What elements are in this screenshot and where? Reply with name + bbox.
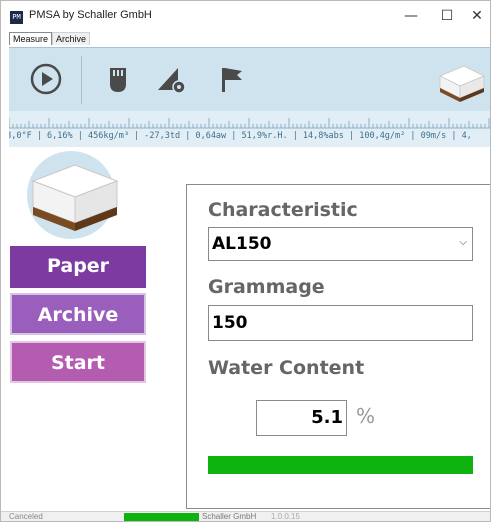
start-button[interactable]: Start [10,341,146,383]
characteristic-label: Characteristic [208,199,358,221]
status-version: 1.0.0.15 [271,512,300,521]
characteristic-select[interactable]: AL150 ⌵ [208,227,473,261]
status-company: Schaller GmbH [202,512,257,521]
measurement-panel: Characteristic AL150 ⌵ Grammage 150 Wate… [186,184,490,509]
water-content-field: 5.1 [256,400,347,436]
measurement-ticker: 78,0°F | 6,16% | 456kg/m³ | -27,3td | 0,… [9,111,490,147]
status-bar: Canceled Schaller GmbH 1.0.0.15 [1,511,490,521]
tab-archive[interactable]: Archive [52,32,91,45]
status-progress-bar [124,513,199,521]
settings-icon[interactable] [154,62,188,96]
play-icon[interactable] [29,62,63,96]
measurement-progress-fill [208,456,473,474]
toolbar-divider [81,56,82,104]
water-content-value: 5.1 [311,407,343,428]
water-content-label: Water Content [208,357,365,379]
grammage-input[interactable]: 150 [208,305,473,341]
tab-measure[interactable]: Measure [9,32,53,45]
chevron-down-icon[interactable]: ⌵ [459,237,467,248]
ticker-text: 78,0°F | 6,16% | 456kg/m³ | -27,3td | 0,… [9,131,472,141]
ruler-scale [9,118,490,129]
window-title: PMSA by Schaller GmbH [29,9,152,21]
status-state: Canceled [9,512,43,521]
measurement-progress-bar [208,456,473,474]
characteristic-value: AL150 [212,234,272,254]
paper-pallet-image [27,151,119,239]
toolbar [9,47,490,111]
sensor-icon[interactable] [101,62,135,96]
app-logo-icon: PM [10,11,23,24]
archive-button[interactable]: Archive [10,293,146,335]
title-bar: PM PMSA by Schaller GmbH — ☐ ✕ [1,1,490,31]
grammage-value: 150 [212,313,248,333]
water-content-unit: % [356,404,376,428]
minimize-button[interactable]: — [393,1,429,31]
flag-icon[interactable] [215,62,249,96]
paper-button[interactable]: Paper [10,246,146,288]
grammage-label: Grammage [208,276,325,298]
app-window: PM PMSA by Schaller GmbH — ☐ ✕ Measure A… [0,0,491,522]
paper-stack-icon [439,65,485,102]
close-button[interactable]: ✕ [459,1,490,31]
tab-strip: Measure Archive [9,32,91,46]
